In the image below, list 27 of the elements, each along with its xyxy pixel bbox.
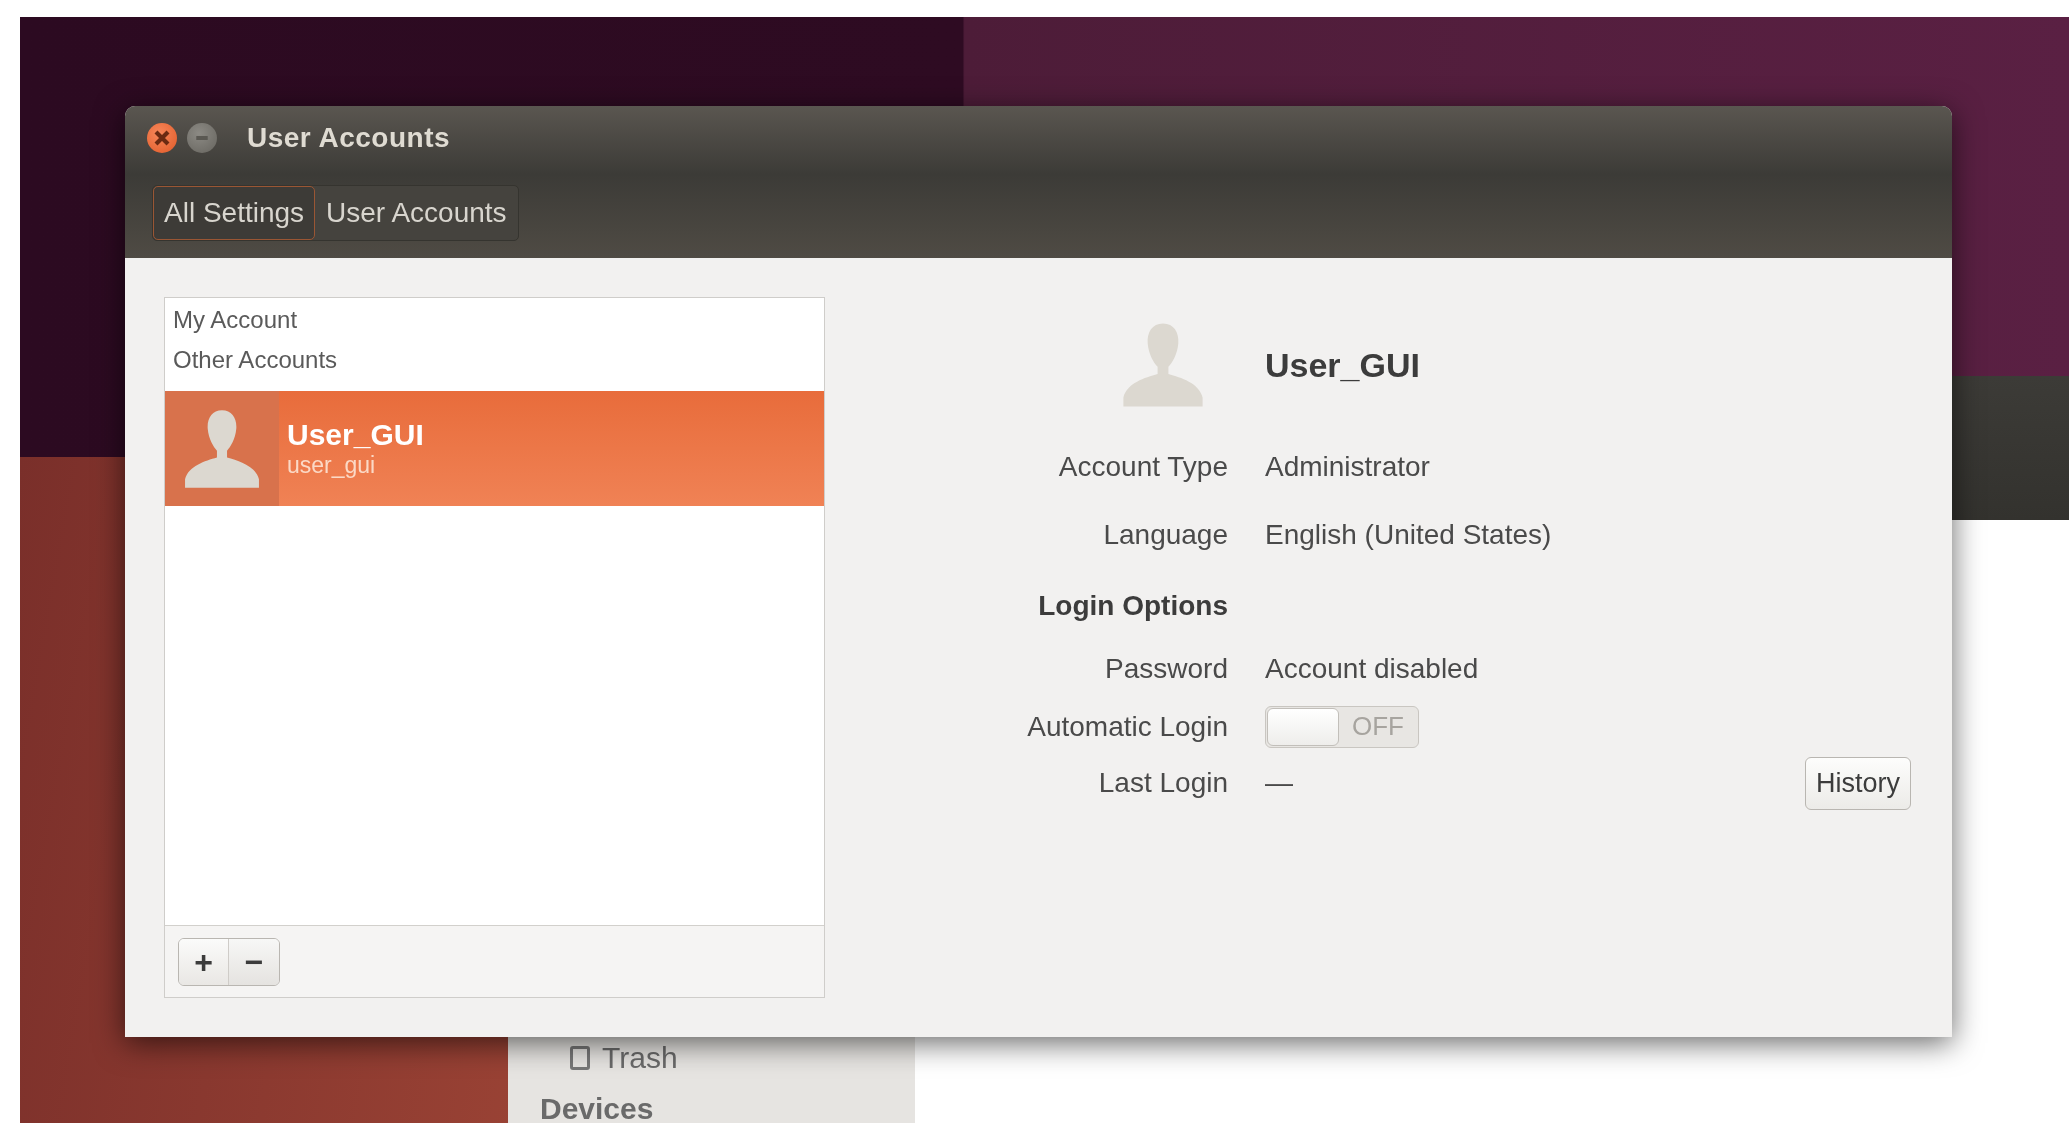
field-value: Account disabled (1265, 652, 1479, 685)
close-button[interactable] (147, 123, 177, 153)
account-username: user_gui (287, 452, 377, 479)
field-label: Last Login (1098, 767, 1228, 799)
field-value: — (1265, 767, 1293, 799)
sidebar-heading: Devices (540, 1092, 655, 1123)
breadcrumb-button[interactable]: User Accounts (315, 186, 518, 240)
field-value: English (United States) (1265, 518, 1552, 551)
minimize-icon (196, 136, 208, 140)
account-name: User_GUI (287, 418, 424, 452)
field-value: Administrator (1265, 451, 1430, 483)
sidebar-item[interactable]: Trash (570, 1038, 915, 1078)
section-heading: Login Options (1038, 589, 1228, 622)
breadcrumb-button[interactable]: All Settings (153, 186, 316, 240)
section-heading: My Account (172, 305, 299, 335)
field-label: Language (1103, 518, 1228, 551)
window-title: User Accounts (247, 122, 451, 154)
section-heading: Other Accounts (172, 345, 339, 375)
add-button[interactable]: + (179, 939, 229, 985)
trash-icon (570, 1046, 590, 1070)
minimize-button[interactable] (187, 123, 217, 153)
field-label: Password (1105, 652, 1228, 685)
field-label: Account Type (1058, 451, 1228, 483)
user-name: User_GUI (1265, 344, 1421, 386)
history-button[interactable]: History (1805, 756, 1911, 810)
remove-button[interactable]: − (229, 939, 279, 985)
field-label: Automatic Login (1027, 710, 1228, 743)
